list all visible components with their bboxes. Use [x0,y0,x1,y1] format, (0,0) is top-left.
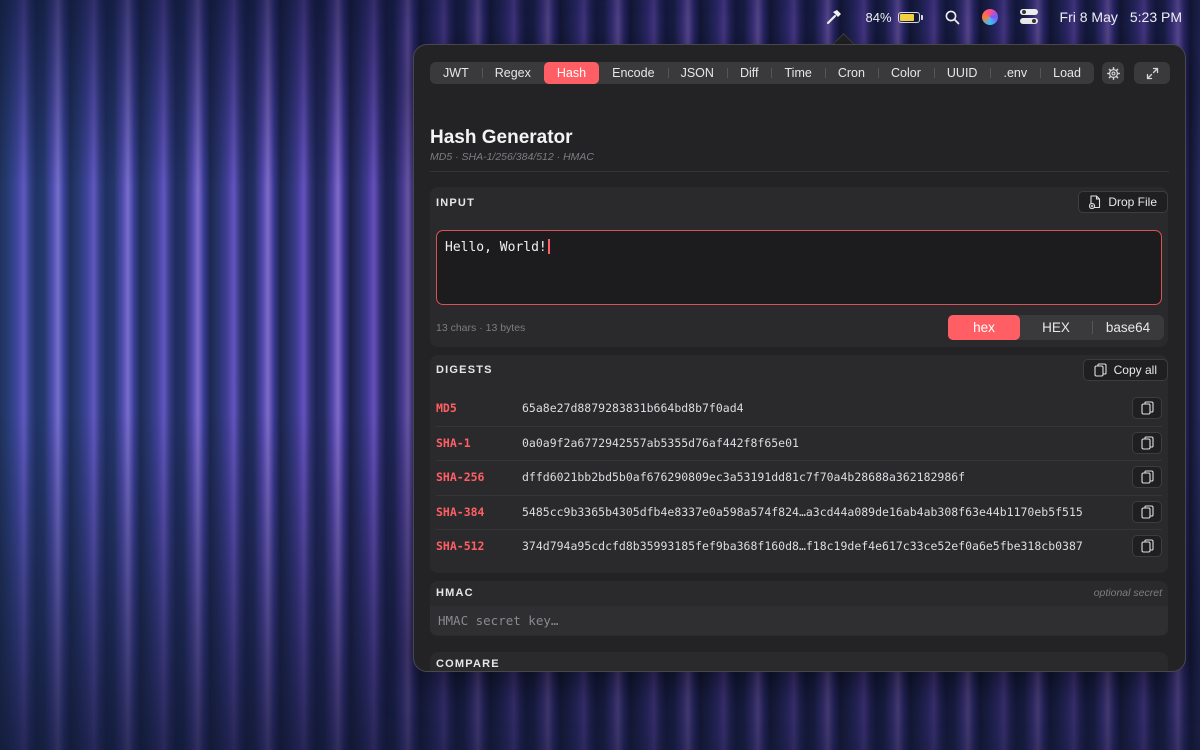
format-option-hex[interactable]: hex [948,315,1020,340]
file-plus-icon [1089,195,1101,209]
format-option-hex-upper[interactable]: HEX [1020,315,1092,340]
copy-digest-button[interactable] [1132,535,1162,557]
input-textarea[interactable]: Hello, World! [436,230,1162,305]
copy-icon [1140,470,1154,484]
copy-digest-button[interactable] [1132,500,1162,523]
tool-tabs: JWT Regex Hash Encode JSON Diff Time Cron Color U… [430,62,1094,84]
menubar-date[interactable]: Fri 8 May [1060,9,1118,25]
page-subtitle: MD5 · SHA-1/256/384/512 · HMAC [430,151,594,163]
input-text: Hello, World! [445,240,547,255]
expand-button[interactable] [1134,62,1170,84]
digest-row-sha384: SHA-384 5485cc9b3365b4305dfb4e8337e0a598a… [436,495,1162,529]
tab-regex[interactable]: Regex [481,62,544,84]
tab-color[interactable]: Color [877,62,934,84]
settings-button[interactable] [1102,62,1124,84]
copy-digest-button[interactable] [1132,397,1162,419]
control-center-icon[interactable] [1019,9,1038,25]
digest-row-sha512: SHA-512 374d794a95cdcfd8b35993185fef9ba36… [436,529,1162,563]
hmac-secret-input[interactable] [430,606,1168,635]
digest-algo-label: SHA-512 [436,539,485,553]
tab-time[interactable]: Time [771,62,824,84]
hmac-section: HMAC optional secret [430,581,1168,636]
copy-icon [1140,435,1154,450]
digest-value[interactable]: 65a8e27d8879283831b664bd8b7f0ad4 [522,401,1132,415]
tab-encode[interactable]: Encode [599,62,667,84]
output-format-selector: hex HEX base64 [948,315,1164,340]
gear-icon [1106,66,1120,80]
digest-algo-label: SHA-1 [436,435,471,450]
digest-row-md5: MD5 65a8e27d8879283831b664bd8b7f0ad4 [436,391,1162,425]
battery-icon [897,11,920,23]
digests-section: DIGESTS Copy all MD5 65a8e27d8879283831b6… [430,355,1168,573]
page-title: Hash Generator [430,127,573,148]
tab-json[interactable]: JSON [667,62,727,84]
copy-digest-button[interactable] [1132,466,1162,488]
copy-icon [1140,539,1154,553]
tab-env[interactable]: .env [990,62,1040,84]
copy-all-label: Copy all [1113,363,1157,377]
digest-row-sha256: SHA-256 dffd6021bb2bd5b0af676290809ec3a53… [436,460,1162,494]
digest-value[interactable]: 374d794a95cdcfd8b35993185fef9ba368f160d8… [522,539,1132,553]
expand-icon [1146,67,1158,79]
menubar-time[interactable]: 5:23 PM [1130,9,1182,25]
tab-load[interactable]: Load [1040,62,1094,84]
battery-percent: 84% [865,9,892,25]
spotlight-search-icon[interactable] [945,10,960,25]
copy-all-button[interactable]: Copy all [1082,359,1168,381]
tab-cron[interactable]: Cron [824,62,878,84]
tab-diff[interactable]: Diff [726,62,772,84]
hmac-section-label: HMAC [436,587,474,599]
digest-value[interactable]: 5485cc9b3365b4305dfb4e8337e0a598a574f824… [522,505,1132,519]
input-section-label: INPUT [436,197,475,209]
compare-section-label: COMPARE [436,658,500,670]
hammer-icon[interactable] [825,8,843,26]
copy-icon [1140,401,1154,415]
drop-file-button[interactable]: Drop File [1078,191,1168,213]
digest-value[interactable]: 0a0a9f2a6772942557ab5355d76af442f8f65e01 [522,436,1132,450]
digest-value[interactable]: dffd6021bb2bd5b0af676290809ec3a53191dd81… [522,470,1132,484]
copy-digest-button[interactable] [1132,431,1162,454]
tab-uuid[interactable]: UUID [933,62,991,84]
copy-icon [1140,504,1154,519]
siri-icon[interactable] [981,9,998,25]
header-divider [430,171,1169,172]
hash-generator-panel: JWT Regex Hash Encode JSON Diff Time Cron Color U… [413,44,1186,672]
tab-jwt[interactable]: JWT [430,62,482,84]
tab-hash[interactable]: Hash [543,62,600,84]
digest-algo-label: MD5 [436,401,457,415]
digest-algo-label: SHA-384 [436,504,485,519]
copy-icon [1094,363,1107,377]
digest-algo-label: SHA-256 [436,470,485,484]
hmac-note: optional secret [1093,587,1162,599]
input-counts: 13 chars · 13 bytes [436,322,526,334]
digest-row-sha1: SHA-1 0a0a9f2a6772942557ab5355d76af442f8f… [436,426,1162,460]
menu-bar: 84% Fri 8 May 5:23 PM [0,0,1200,34]
format-option-base64[interactable]: base64 [1092,315,1164,340]
drop-file-label: Drop File [1108,195,1157,209]
battery-status[interactable]: 84% [865,9,923,25]
digests-section-label: DIGESTS [436,364,493,376]
input-section: INPUT Drop File Hello, World! 13 chars ·… [430,187,1168,347]
compare-section: COMPARE [430,652,1168,671]
